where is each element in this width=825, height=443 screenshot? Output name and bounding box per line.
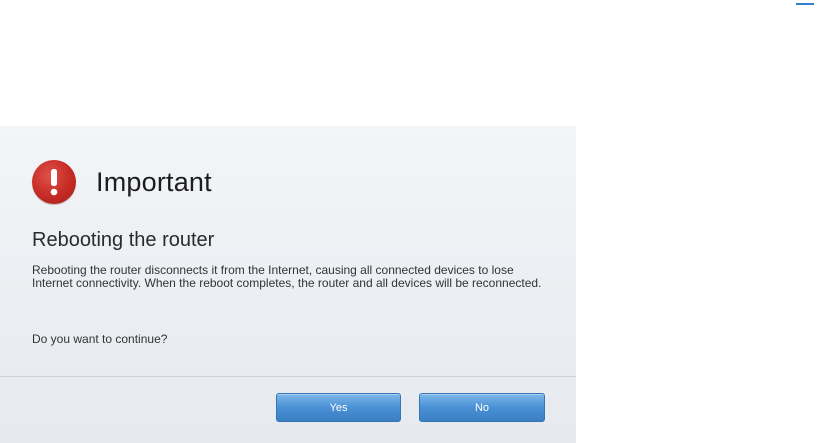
dialog-divider (0, 376, 576, 377)
exclamation-circle-icon (32, 160, 76, 204)
reboot-confirmation-dialog: Important Rebooting the router Rebooting… (0, 126, 576, 443)
dialog-header: Important (32, 160, 212, 204)
top-right-accent-line (796, 0, 814, 5)
yes-button[interactable]: Yes (276, 393, 401, 422)
dialog-question: Do you want to continue? (32, 332, 168, 346)
dialog-message: Rebooting the router disconnects it from… (32, 263, 542, 290)
no-button[interactable]: No (419, 393, 545, 422)
dialog-heading: Rebooting the router (32, 229, 215, 251)
dialog-title: Important (96, 166, 212, 197)
